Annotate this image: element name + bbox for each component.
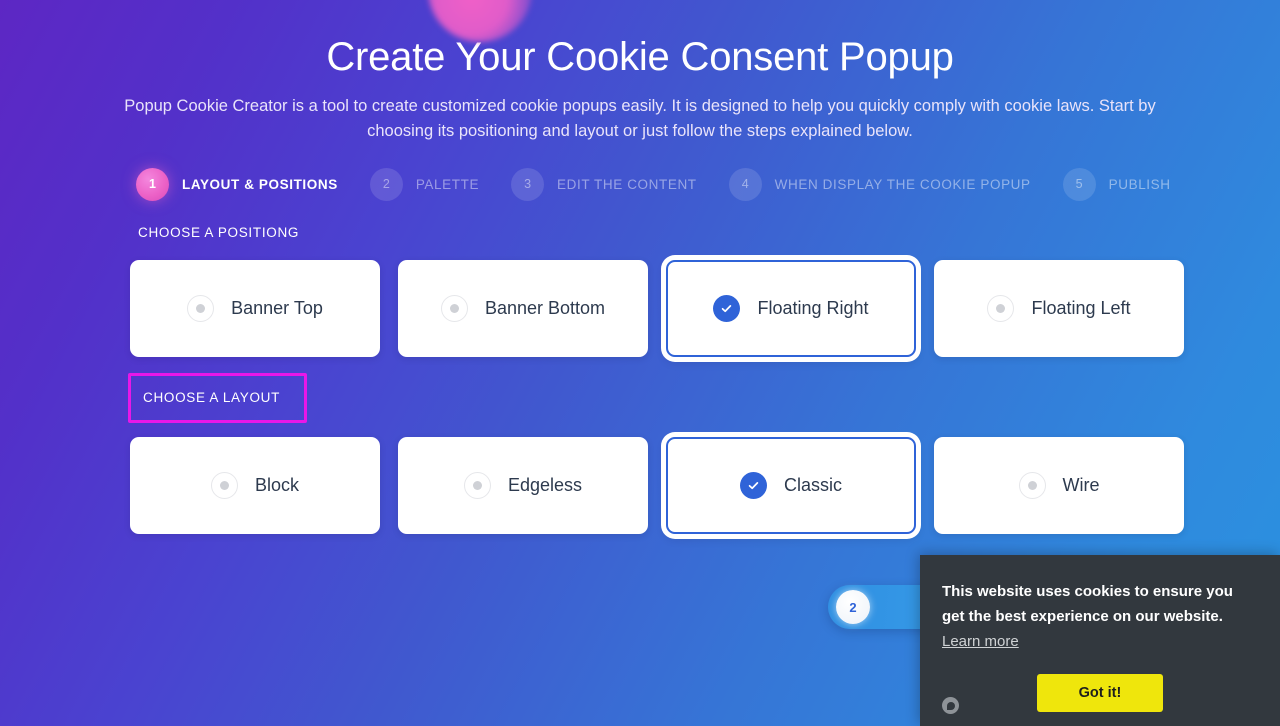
radio-checked-icon [713, 295, 741, 322]
page-title: Create Your Cookie Consent Popup [326, 35, 954, 79]
step-navigation: 1 LAYOUT & POSITIONS 2 PALETTE 3 EDIT TH… [136, 166, 1280, 202]
radio-unchecked-icon [187, 295, 215, 322]
step-item-3[interactable]: 3 EDIT THE CONTENT [511, 167, 697, 201]
cookie-consent-badge-icon[interactable] [942, 697, 959, 714]
cookie-consent-message-text: This website uses cookies to ensure you … [942, 583, 1233, 625]
layout-section-header: CHOOSE A LAYOUT [0, 373, 1280, 423]
layout-option-label: Block [254, 475, 299, 495]
choose-a-layout-highlight: CHOOSE A LAYOUT [128, 373, 308, 423]
learn-more-link[interactable]: Learn more [942, 633, 1019, 650]
positioning-options: Banner Top Banner Bottom Floating Right … [130, 260, 1280, 357]
layout-options: Block Edgeless Classic Wire [130, 437, 1280, 534]
step-number-4: 4 [728, 167, 762, 201]
positioning-option-banner-bottom[interactable]: Banner Bottom [398, 260, 648, 357]
positioning-option-label: Floating Left [1031, 298, 1131, 318]
step-item-1[interactable]: 1 LAYOUT & POSITIONS [136, 167, 338, 201]
step-number-2: 2 [369, 167, 403, 201]
layout-option-block[interactable]: Block [130, 437, 380, 534]
step-number-1: 1 [136, 167, 169, 201]
step-label-5: PUBLISH [1108, 176, 1171, 192]
cookie-consent-message: This website uses cookies to ensure you … [942, 579, 1258, 654]
step-number-3: 3 [511, 167, 545, 201]
step-label-2: PALETTE [415, 176, 480, 192]
layout-option-classic[interactable]: Classic [666, 437, 916, 534]
step-item-2[interactable]: 2 PALETTE [369, 167, 480, 201]
choose-a-layout-label: CHOOSE A LAYOUT [143, 390, 281, 405]
positioning-option-floating-left[interactable]: Floating Left [934, 260, 1184, 357]
positioning-option-label: Floating Right [757, 298, 869, 318]
layout-option-wire[interactable]: Wire [934, 437, 1184, 534]
app-root: Create Your Cookie Consent Popup Popup C… [0, 0, 1280, 726]
layout-option-label: Classic [783, 475, 842, 495]
layout-option-edgeless[interactable]: Edgeless [398, 437, 648, 534]
step-label-4: WHEN DISPLAY THE COOKIE POPUP [774, 176, 1031, 192]
next-step-number: 2 [836, 590, 870, 624]
step-label-3: EDIT THE CONTENT [557, 176, 697, 192]
radio-unchecked-icon [463, 472, 491, 499]
radio-checked-icon [739, 472, 767, 499]
positioning-option-floating-right[interactable]: Floating Right [666, 260, 916, 357]
radio-unchecked-icon [1018, 472, 1046, 499]
positioning-option-label: Banner Top [231, 298, 323, 318]
positioning-option-banner-top[interactable]: Banner Top [130, 260, 380, 357]
radio-unchecked-icon [440, 295, 468, 322]
page-subtitle: Popup Cookie Creator is a tool to create… [124, 97, 1156, 140]
step-number-5: 5 [1062, 167, 1096, 201]
step-item-4[interactable]: 4 WHEN DISPLAY THE COOKIE POPUP [728, 167, 1031, 201]
layout-option-label: Edgeless [507, 475, 583, 495]
radio-unchecked-icon [987, 295, 1015, 322]
positioning-option-label: Banner Bottom [484, 298, 606, 318]
step-item-5[interactable]: 5 PUBLISH [1062, 167, 1171, 201]
choose-a-positioning-label: CHOOSE A POSITIONG [138, 225, 300, 240]
got-it-button[interactable]: Got it! [1037, 674, 1163, 712]
cookie-consent-popup: This website uses cookies to ensure you … [920, 555, 1280, 726]
step-label-1: LAYOUT & POSITIONS [182, 176, 338, 192]
positioning-section-header: CHOOSE A POSITIONG [0, 224, 1280, 246]
radio-unchecked-icon [210, 472, 238, 499]
layout-option-label: Wire [1062, 475, 1100, 495]
